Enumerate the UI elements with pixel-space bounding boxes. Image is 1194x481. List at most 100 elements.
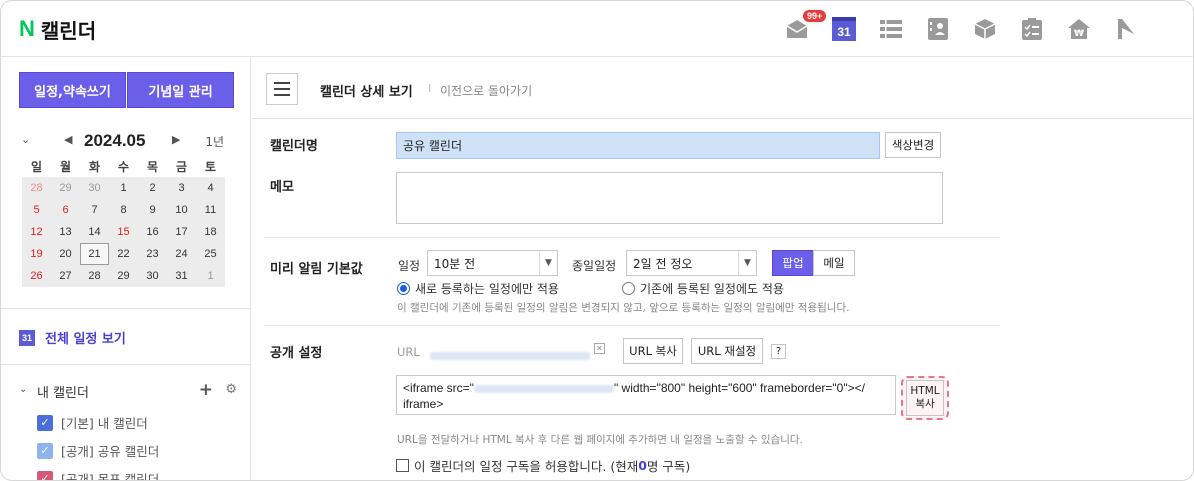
calendar-day[interactable]: 2 xyxy=(138,177,167,199)
iframe-code-suffix: " width="800" height="600" frameborder="… xyxy=(613,381,865,395)
calendar-day[interactable]: 16 xyxy=(138,221,167,243)
calendar-day[interactable]: 25 xyxy=(196,243,225,265)
calendar-day[interactable]: 8 xyxy=(109,199,138,221)
email-alert-button[interactable]: 메일 xyxy=(813,250,855,276)
calendar-icon[interactable]: 31 xyxy=(832,17,856,41)
calendar-day[interactable]: 19 xyxy=(22,243,51,265)
checkbox-checked-icon[interactable]: ✓ xyxy=(37,414,53,431)
subscriber-count: 0 xyxy=(638,458,647,473)
radio-checked-icon xyxy=(397,282,410,295)
calendar-day[interactable]: 10 xyxy=(167,199,196,221)
all-events-link[interactable]: 31 전체 일정 보기 xyxy=(19,328,126,347)
calendar-list-item[interactable]: ✓ [공개] 목표 캘린더 xyxy=(37,469,160,481)
subscribe-checkbox[interactable]: 이 캘린더의 일정 구독을 허용합니다. (현재 0명 구독) xyxy=(396,456,690,475)
calendar-day[interactable]: 31 xyxy=(167,265,196,287)
calendar-day[interactable]: 23 xyxy=(138,243,167,265)
radio-existing[interactable]: 기존에 등록된 일정에도 적용 xyxy=(622,280,784,297)
calendar-day[interactable]: 29 xyxy=(51,177,80,199)
public-note: URL을 전달하거나 HTML 복사 후 다른 웹 페이지에 추가하면 내 일정… xyxy=(397,434,803,446)
calendar-day[interactable]: 11 xyxy=(196,199,225,221)
calendar-name-input[interactable]: 공유 캘린더 xyxy=(396,132,880,159)
calendar-list-item[interactable]: ✓ [공개] 공유 캘린더 xyxy=(37,441,159,460)
checklist-icon[interactable] xyxy=(1020,17,1044,41)
calendar-day[interactable]: 12 xyxy=(22,221,51,243)
gear-icon[interactable]: ⚙ xyxy=(225,382,237,397)
box-icon[interactable] xyxy=(973,17,997,41)
calendar-day[interactable]: 28 xyxy=(22,177,51,199)
dropdown-arrow-icon: ▼ xyxy=(738,251,756,275)
add-calendar-icon[interactable]: + xyxy=(199,380,213,400)
memo-label: 메모 xyxy=(270,180,294,195)
next-month-icon[interactable]: ▶ xyxy=(172,133,180,146)
url-reset-button[interactable]: URL 재설정 xyxy=(691,338,763,364)
url-redacted xyxy=(430,348,590,362)
calendar-day[interactable]: 3 xyxy=(167,177,196,199)
checkbox-checked-icon[interactable]: ✓ xyxy=(37,442,53,459)
calendar-day[interactable]: 20 xyxy=(51,243,80,265)
calendar-day[interactable]: 14 xyxy=(80,221,109,243)
calendar-day[interactable]: 17 xyxy=(167,221,196,243)
mail-icon[interactable]: 99+ xyxy=(785,10,827,41)
calendar-31-icon: 31 xyxy=(19,329,35,346)
calendar-day[interactable]: 22 xyxy=(109,243,138,265)
calendar-name-label: 캘린더명 xyxy=(270,139,318,154)
my-calendars-title[interactable]: 내 캘린더 xyxy=(37,382,89,401)
calendar-list-item[interactable]: ✓ [기본] 내 캘린더 xyxy=(37,413,148,432)
menu-toggle-button[interactable] xyxy=(266,73,298,105)
memo-textarea[interactable] xyxy=(396,172,943,224)
calendar-day[interactable]: 27 xyxy=(51,265,80,287)
calendar-day[interactable]: 18 xyxy=(196,221,225,243)
list-icon[interactable] xyxy=(879,17,903,41)
collapse-chevron-icon[interactable]: ⌄ xyxy=(21,133,30,146)
url-copy-button[interactable]: URL 복사 xyxy=(623,338,683,364)
back-link[interactable]: 이전으로 돌아가기 xyxy=(440,82,532,99)
help-icon[interactable]: ? xyxy=(771,344,786,359)
calendar-day[interactable]: 6 xyxy=(51,199,80,221)
calendar-day[interactable]: 28 xyxy=(80,265,109,287)
subscribe-text: 이 캘린더의 일정 구독을 허용합니다. (현재 xyxy=(414,459,639,474)
calendar-list-label: [공개] 목표 캘린더 xyxy=(61,472,160,481)
main-header: 캘린더 상세 보기 I 이전으로 돌아가기 xyxy=(252,57,1193,119)
popup-alert-button[interactable]: 팝업 xyxy=(772,250,814,276)
iframe-code-textarea[interactable]: <iframe src=" " width="800" height="600" … xyxy=(396,375,896,415)
calendar-day[interactable]: 30 xyxy=(138,265,167,287)
app-title: 캘린더 xyxy=(40,18,97,43)
calendar-list-label: [공개] 공유 캘린더 xyxy=(61,444,160,459)
url-close-icon[interactable]: ✕ xyxy=(594,343,605,354)
color-change-button[interactable]: 색상변경 xyxy=(885,132,941,158)
flag-icon[interactable] xyxy=(1114,17,1138,41)
allday-alert-select[interactable]: 2일 전 정오 ▼ xyxy=(626,250,757,276)
logo[interactable]: N 캘린더 xyxy=(19,16,97,43)
calendar-day[interactable]: 24 xyxy=(167,243,196,265)
calendar-day[interactable]: 29 xyxy=(109,265,138,287)
sidebar-buttons: 일정,약속쓰기 기념일 관리 xyxy=(19,72,234,108)
event-alert-select[interactable]: 10분 전 ▼ xyxy=(427,250,558,276)
alert-note: 이 캘린더에 기존에 등록된 일정의 알림은 변경되지 않고, 앞으로 등록하는… xyxy=(397,302,850,314)
checkbox-checked-icon[interactable]: ✓ xyxy=(37,470,53,480)
html-copy-button[interactable]: HTML 복사 xyxy=(906,380,944,416)
contacts-icon[interactable] xyxy=(926,17,950,41)
calendar-day[interactable]: 5 xyxy=(22,199,51,221)
calendar-day[interactable]: 26 xyxy=(22,265,51,287)
radio-new-label: 새로 등록하는 일정에만 적용 xyxy=(415,282,559,296)
chevron-down-icon[interactable]: ⌄ xyxy=(19,384,27,395)
dropdown-arrow-icon: ▼ xyxy=(539,251,557,275)
calendar-day[interactable]: 4 xyxy=(196,177,225,199)
weekday-header: 일 xyxy=(30,159,43,174)
iframe-code-end: iframe> xyxy=(403,397,444,411)
calendar-day[interactable]: 9 xyxy=(138,199,167,221)
calendar-day[interactable]: 1 xyxy=(109,177,138,199)
home-won-icon[interactable]: ₩ xyxy=(1067,17,1091,41)
prev-month-icon[interactable]: ◀ xyxy=(64,133,72,146)
calendar-day[interactable]: 13 xyxy=(51,221,80,243)
calendar-day[interactable]: 7 xyxy=(80,199,109,221)
calendar-day[interactable]: 15 xyxy=(109,221,138,243)
write-event-button[interactable]: 일정,약속쓰기 xyxy=(19,72,126,108)
svg-text:₩: ₩ xyxy=(1074,29,1084,39)
anniversary-button[interactable]: 기념일 관리 xyxy=(127,72,234,108)
calendar-day[interactable]: 1 xyxy=(196,265,225,287)
radio-new-only[interactable]: 새로 등록하는 일정에만 적용 xyxy=(397,280,559,297)
year-view-link[interactable]: 1년 xyxy=(205,133,224,150)
calendar-day[interactable]: 30 xyxy=(80,177,109,199)
calendar-day[interactable]: 21 xyxy=(80,243,109,265)
